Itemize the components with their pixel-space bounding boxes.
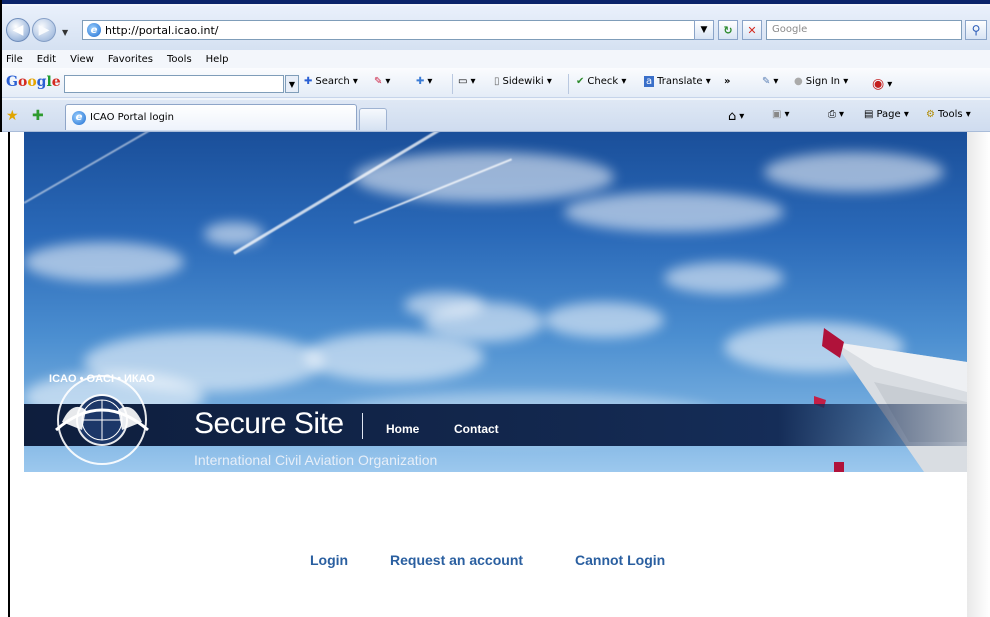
gear-icon: ⚙ (926, 109, 935, 120)
google-g-icon: ✚ (304, 76, 313, 87)
bookmark-icon: ✎ (374, 76, 383, 87)
wrench-icon: ✎ (762, 76, 771, 87)
tab-ie-icon: e (72, 110, 86, 125)
home-button[interactable]: ⌂ ▾ (728, 109, 744, 124)
sidewiki-button[interactable]: ▯ Sidewiki ▾ (494, 76, 552, 87)
home-icon: ⌂ (728, 109, 737, 124)
sign-in-button[interactable]: ● Sign In ▾ (794, 76, 848, 87)
cloud (764, 152, 944, 192)
browser-search-button[interactable]: ⚲ (965, 20, 987, 40)
bookmark-button[interactable]: ✎ ▾ (374, 76, 390, 87)
sidewiki-icon: ▯ (494, 76, 500, 87)
address-row: ◀ ▶ ▼ e http://portal.icao.int/ ▼ ↻ ✕ Go… (2, 6, 990, 50)
pdf-button[interactable]: ◉ ▾ (872, 76, 892, 92)
magnifier-icon: ⚲ (971, 23, 981, 37)
forward-button[interactable]: ▶ (32, 18, 56, 42)
google-search-input[interactable] (64, 75, 284, 93)
cloud (664, 262, 784, 294)
translate-button[interactable]: a Translate ▾ (644, 76, 711, 87)
user-circle-icon: ● (794, 76, 803, 87)
cloud (24, 242, 184, 282)
forward-arrow-icon: ▶ (38, 22, 50, 38)
google-toolbar: Google ▼ ✚ Search ▾ ✎ ▾ ✚ ▾ ▭ ▾ ▯ Sidewiki ▾ … (2, 68, 990, 98)
cannot-login-link[interactable]: Cannot Login (575, 552, 665, 568)
title-bar-edge (2, 0, 990, 4)
nav-home-link[interactable]: Home (386, 422, 419, 436)
menu-bar: File Edit View Favorites Tools Help (2, 50, 990, 68)
cloud (304, 332, 484, 382)
back-arrow-icon: ◀ (12, 22, 24, 38)
spellcheck-icon: ✔ (576, 76, 585, 87)
tools-menu-button[interactable]: ⚙ Tools ▾ (926, 109, 971, 120)
tab-title: ICAO Portal login (90, 112, 174, 123)
emblem-text: ICAO • OACI • ИКАО (49, 373, 155, 385)
toolbar-overflow-button[interactable]: » (724, 76, 730, 87)
window-icon: ▭ (458, 76, 468, 87)
stop-button[interactable]: ✕ (742, 20, 762, 40)
contrail (24, 132, 155, 204)
title-divider (362, 413, 363, 439)
rss-icon: ▣ (772, 109, 782, 120)
window-button[interactable]: ▭ ▾ (458, 76, 475, 87)
refresh-icon: ↻ (723, 23, 733, 37)
airplane-wing-image (814, 328, 967, 472)
site-subtitle: International Civil Aviation Organizatio… (194, 452, 438, 468)
stop-icon: ✕ (747, 23, 757, 37)
google-search-button[interactable]: ✚ Search ▾ (304, 76, 358, 87)
add-favorite-icon[interactable]: ✚ (32, 108, 44, 124)
cloud (544, 302, 664, 338)
ie-page-icon: e (87, 23, 101, 37)
address-bar[interactable]: e http://portal.icao.int/ (82, 20, 712, 40)
site-title: Secure Site (194, 407, 344, 440)
menu-edit[interactable]: Edit (37, 54, 56, 65)
page-icon: ▤ (864, 109, 874, 120)
page-right-shadow (967, 132, 990, 617)
new-tab-button[interactable] (359, 108, 387, 130)
print-button[interactable]: ⎙ ▾ (828, 109, 844, 120)
menu-help[interactable]: Help (206, 54, 229, 65)
tab-icao-portal-login[interactable]: e ICAO Portal login (65, 104, 357, 130)
back-button[interactable]: ◀ (6, 18, 30, 42)
nav-contact-link[interactable]: Contact (454, 422, 499, 436)
page-menu-button[interactable]: ▤ Page ▾ (864, 109, 909, 120)
icao-emblem-logo: ICAO • OACI • ИКАО (49, 373, 155, 465)
feeds-button[interactable]: ▣ ▾ (772, 109, 789, 120)
tab-bar: ★ ✚ e ICAO Portal login ⌂ ▾ ▣ ▾ ⎙ ▾ ▤ Page ▾… (2, 100, 990, 132)
add-button[interactable]: ✚ ▾ (416, 76, 432, 87)
menu-favorites[interactable]: Favorites (108, 54, 153, 65)
login-link[interactable]: Login (310, 552, 348, 568)
google-logo: Google (6, 74, 61, 90)
browser-chrome: ◀ ▶ ▼ e http://portal.icao.int/ ▼ ↻ ✕ Go… (0, 0, 990, 132)
address-dropdown-button[interactable]: ▼ (694, 20, 714, 40)
request-account-link[interactable]: Request an account (390, 552, 523, 568)
history-dropdown-icon[interactable]: ▼ (62, 28, 68, 37)
spell-check-button[interactable]: ✔ Check ▾ (576, 76, 626, 87)
hero-banner: ICAO • OACI • ИКАО Secure Site Home Cont… (24, 132, 967, 472)
wrench-button[interactable]: ✎ ▾ (762, 76, 778, 87)
browser-search-input[interactable]: Google (766, 20, 962, 40)
printer-icon: ⎙ (828, 109, 836, 120)
favorites-star-icon[interactable]: ★ (6, 108, 19, 124)
google-search-dropdown[interactable]: ▼ (285, 75, 299, 93)
puzzle-icon: ✚ (416, 76, 425, 87)
address-text: http://portal.icao.int/ (105, 23, 219, 37)
menu-view[interactable]: View (70, 54, 94, 65)
pdf-icon: ◉ (872, 76, 885, 92)
refresh-button[interactable]: ↻ (718, 20, 738, 40)
translate-icon: a (644, 76, 655, 87)
menu-tools[interactable]: Tools (167, 54, 192, 65)
cloud (564, 192, 784, 232)
menu-file[interactable]: File (6, 54, 23, 65)
web-page: ICAO • OACI • ИКАО Secure Site Home Cont… (8, 132, 990, 617)
